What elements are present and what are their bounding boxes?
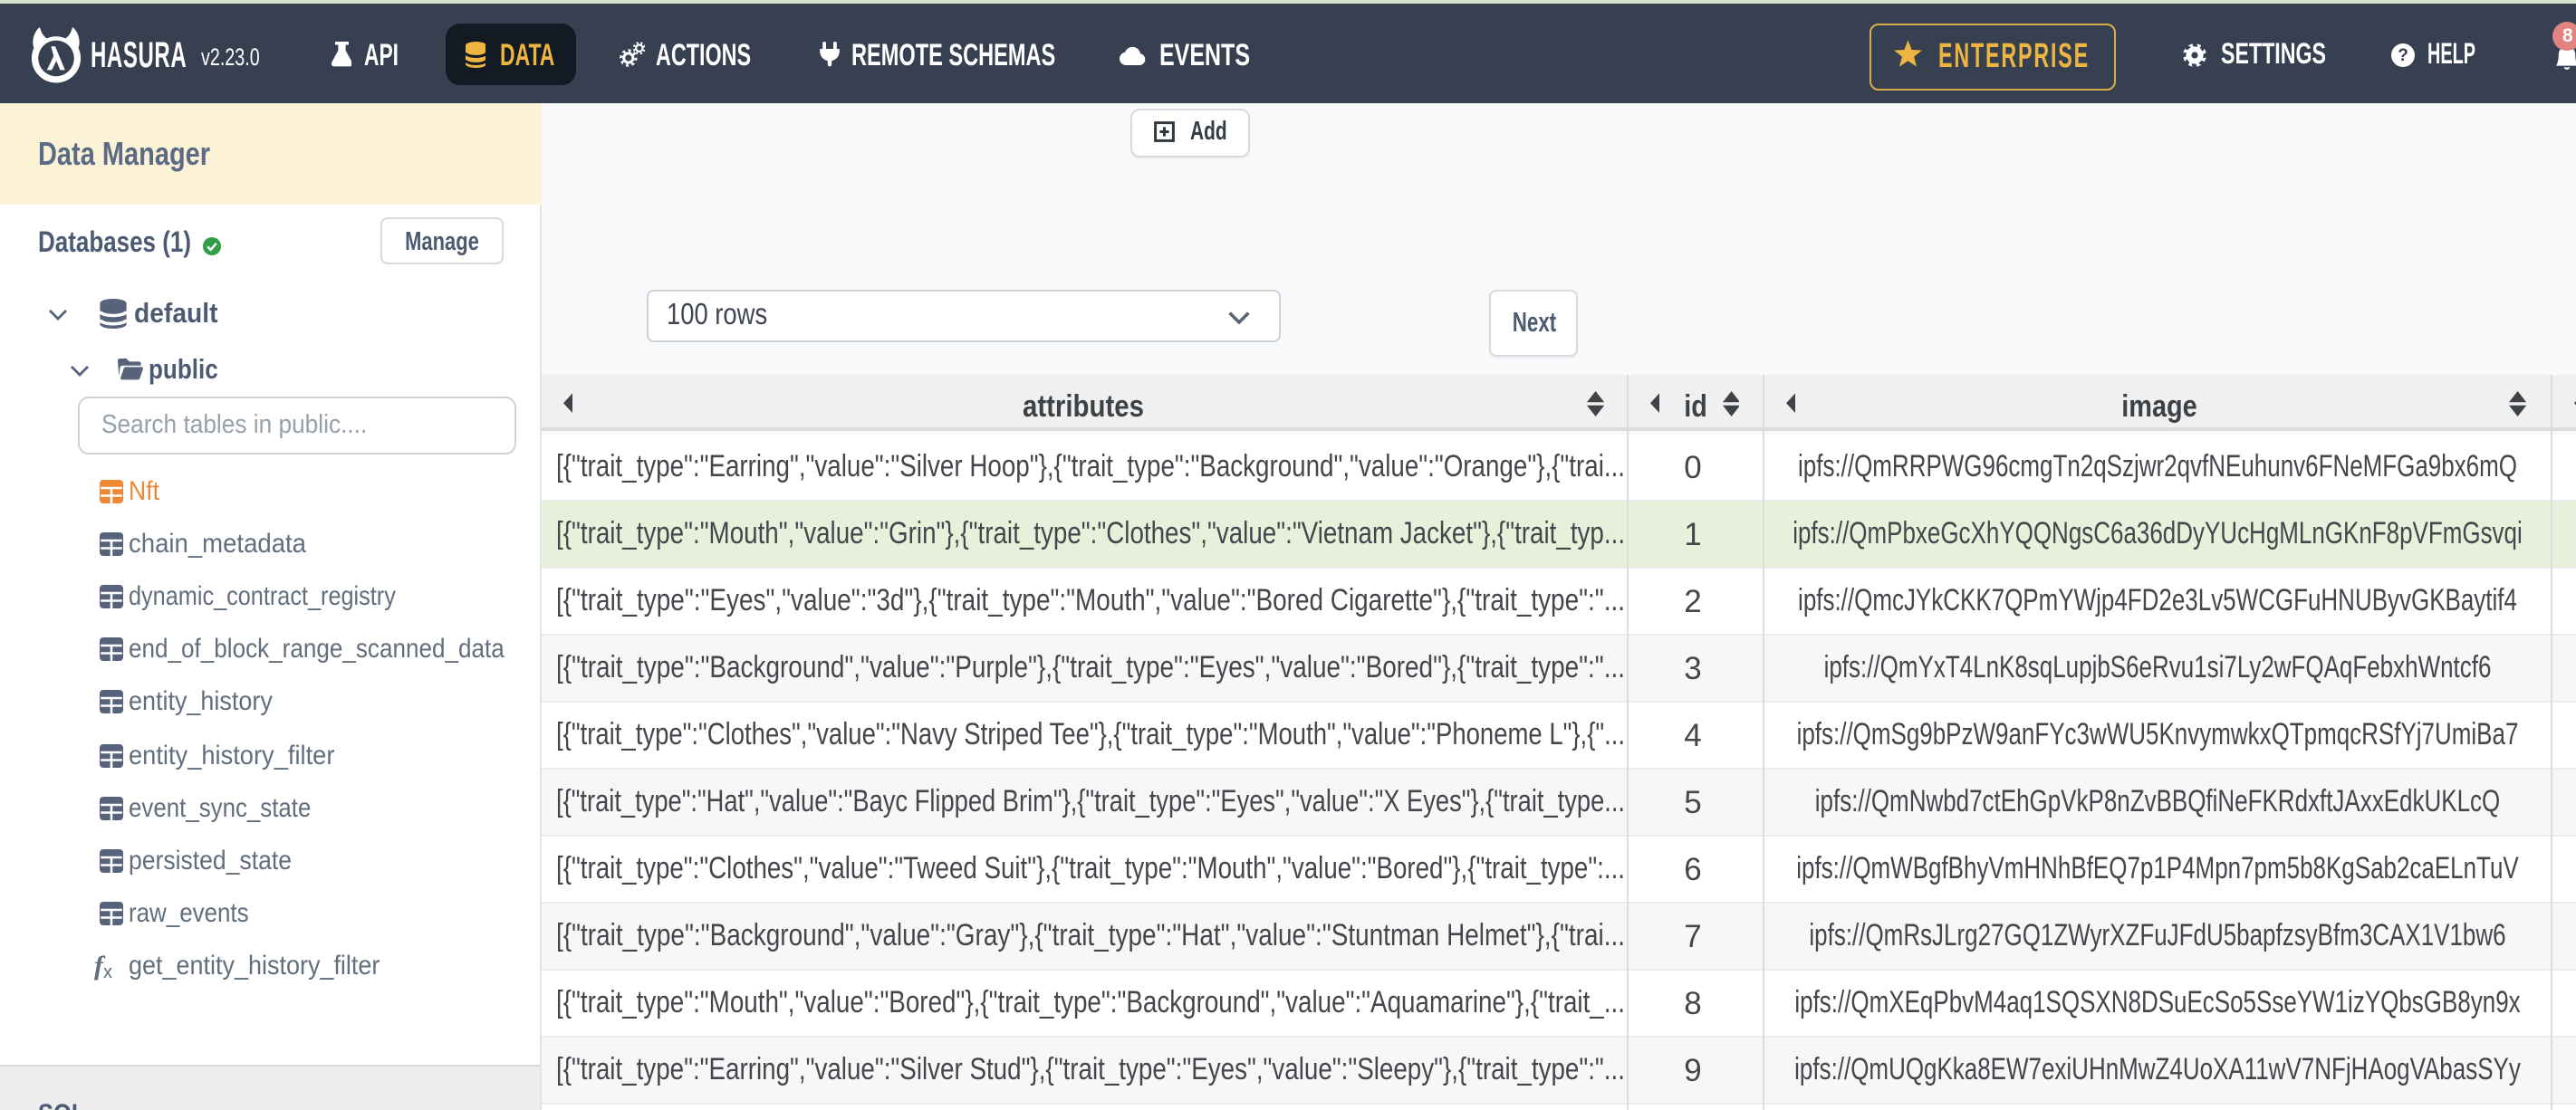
svg-text:?: ?: [2397, 46, 2408, 65]
